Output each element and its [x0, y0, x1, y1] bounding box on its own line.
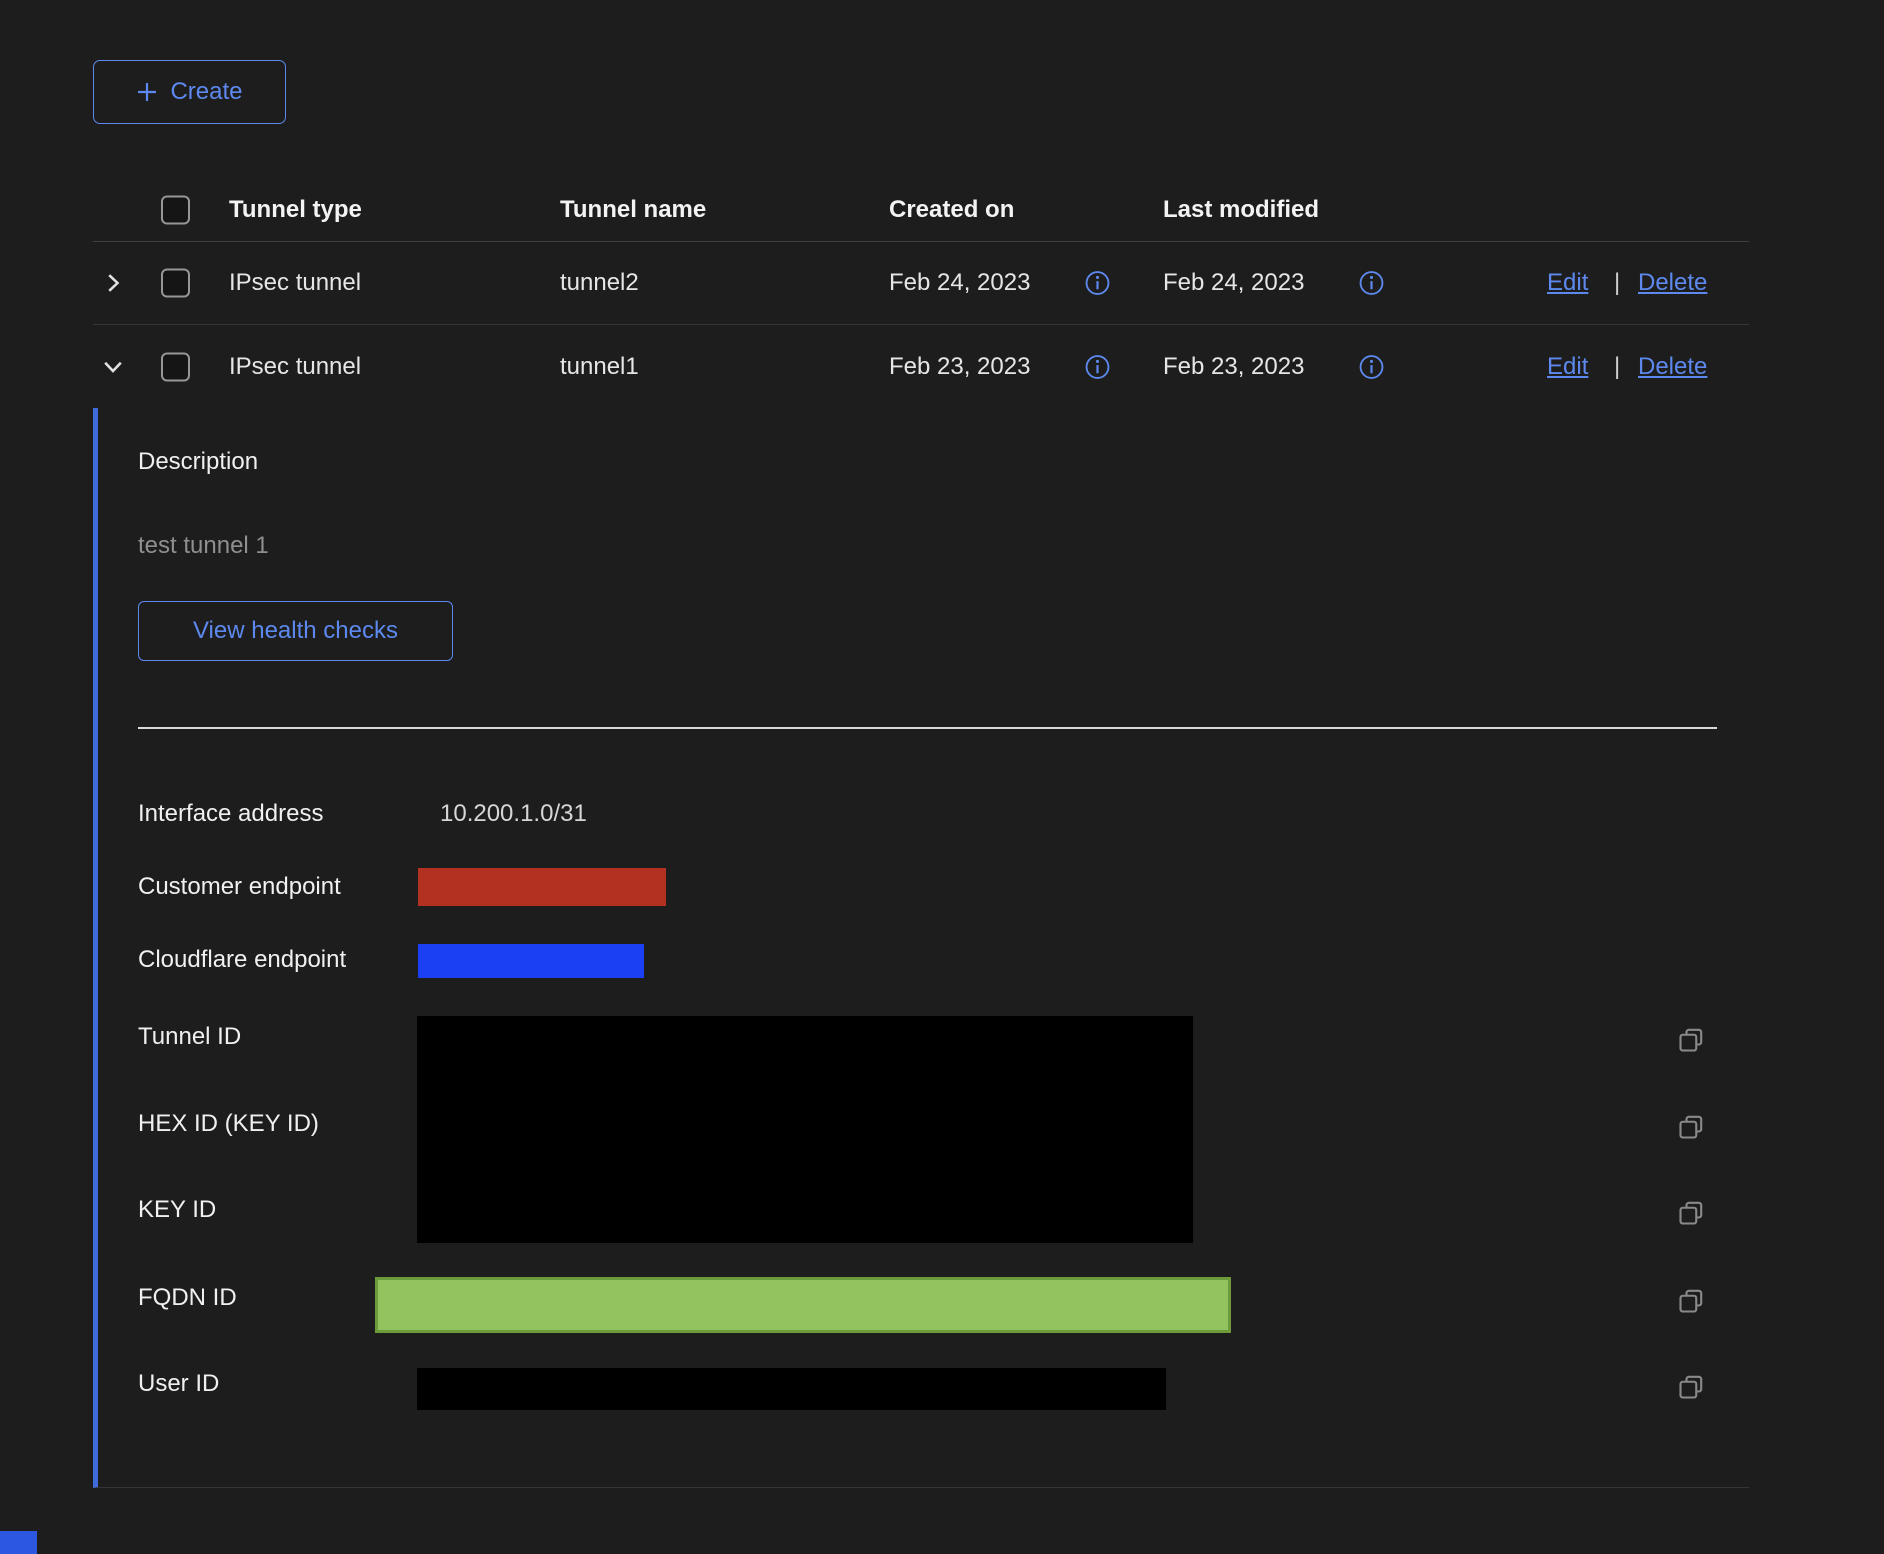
row-checkbox[interactable]	[161, 352, 190, 381]
copy-icon	[1676, 1372, 1706, 1402]
info-icon[interactable]	[1085, 354, 1110, 379]
user-id-label: User ID	[138, 1370, 219, 1398]
edit-link[interactable]: Edit	[1547, 269, 1588, 297]
cell-tunnel-type: IPsec tunnel	[229, 269, 361, 297]
info-icon[interactable]	[1085, 271, 1110, 296]
section-divider	[138, 727, 1717, 729]
copy-icon	[1676, 1112, 1706, 1142]
action-separator: |	[1614, 269, 1620, 297]
delete-link[interactable]: Delete	[1638, 269, 1707, 297]
cell-last-modified: Feb 23, 2023	[1163, 353, 1304, 381]
table-row: IPsec tunnel tunnel2 Feb 24, 2023 Feb 24…	[93, 242, 1749, 325]
table-header-row: Tunnel type Tunnel name Created on Last …	[93, 179, 1749, 242]
customer-endpoint-label: Customer endpoint	[138, 873, 341, 901]
ids-redacted-value	[417, 1016, 1193, 1243]
info-icon[interactable]	[1359, 271, 1384, 296]
interface-address-label: Interface address	[138, 800, 323, 828]
description-value: test tunnel 1	[138, 532, 269, 560]
cell-created-on: Feb 23, 2023	[889, 353, 1030, 381]
cell-last-modified: Feb 24, 2023	[1163, 269, 1304, 297]
copy-icon	[1676, 1025, 1706, 1055]
tunnels-page: Create Tunnel type Tunnel name Created o…	[0, 0, 1884, 1554]
cell-created-on: Feb 24, 2023	[889, 269, 1030, 297]
info-icon[interactable]	[1359, 354, 1384, 379]
column-header-last-modified: Last modified	[1163, 196, 1319, 224]
chevron-down-icon	[101, 355, 125, 379]
copy-user-id-button[interactable]	[1676, 1371, 1708, 1403]
user-id-redacted-value	[417, 1368, 1166, 1410]
copy-key-id-button[interactable]	[1676, 1197, 1708, 1229]
column-header-tunnel-name: Tunnel name	[560, 196, 706, 224]
create-button-label: Create	[170, 78, 242, 106]
fqdn-id-label: FQDN ID	[138, 1284, 237, 1312]
edit-link[interactable]: Edit	[1547, 353, 1588, 381]
chevron-right-icon	[101, 271, 125, 295]
column-header-created-on: Created on	[889, 196, 1014, 224]
cell-tunnel-name: tunnel2	[560, 269, 639, 297]
cloudflare-endpoint-redacted-value	[418, 944, 644, 978]
view-health-checks-label: View health checks	[193, 617, 398, 645]
copy-fqdn-id-button[interactable]	[1676, 1285, 1708, 1317]
copy-icon	[1676, 1198, 1706, 1228]
copy-icon	[1676, 1286, 1706, 1316]
cell-tunnel-name: tunnel1	[560, 353, 639, 381]
row-checkbox[interactable]	[161, 269, 190, 298]
tunnel-id-label: Tunnel ID	[138, 1023, 241, 1051]
tunnel-details-panel: Description test tunnel 1 View health ch…	[93, 408, 1749, 1488]
plus-icon	[136, 81, 158, 103]
copy-tunnel-id-button[interactable]	[1676, 1024, 1708, 1056]
collapse-row-button[interactable]	[101, 350, 135, 384]
delete-link[interactable]: Delete	[1638, 353, 1707, 381]
customer-endpoint-redacted-value	[418, 868, 666, 906]
fqdn-id-redacted-value	[375, 1277, 1231, 1333]
create-button[interactable]: Create	[93, 60, 286, 124]
action-separator: |	[1614, 353, 1620, 381]
description-label: Description	[138, 448, 258, 476]
table-row: IPsec tunnel tunnel1 Feb 23, 2023 Feb 23…	[93, 325, 1749, 408]
key-id-label: KEY ID	[138, 1196, 216, 1224]
hex-id-label: HEX ID (KEY ID)	[138, 1110, 319, 1138]
copy-hex-id-button[interactable]	[1676, 1111, 1708, 1143]
column-header-tunnel-type: Tunnel type	[229, 196, 362, 224]
expand-row-button[interactable]	[101, 266, 135, 300]
view-health-checks-button[interactable]: View health checks	[138, 601, 453, 661]
interface-address-value: 10.200.1.0/31	[440, 800, 587, 828]
viewport-edge-artifact	[0, 1531, 37, 1554]
select-all-checkbox[interactable]	[161, 196, 190, 225]
cell-tunnel-type: IPsec tunnel	[229, 353, 361, 381]
cloudflare-endpoint-label: Cloudflare endpoint	[138, 946, 346, 974]
